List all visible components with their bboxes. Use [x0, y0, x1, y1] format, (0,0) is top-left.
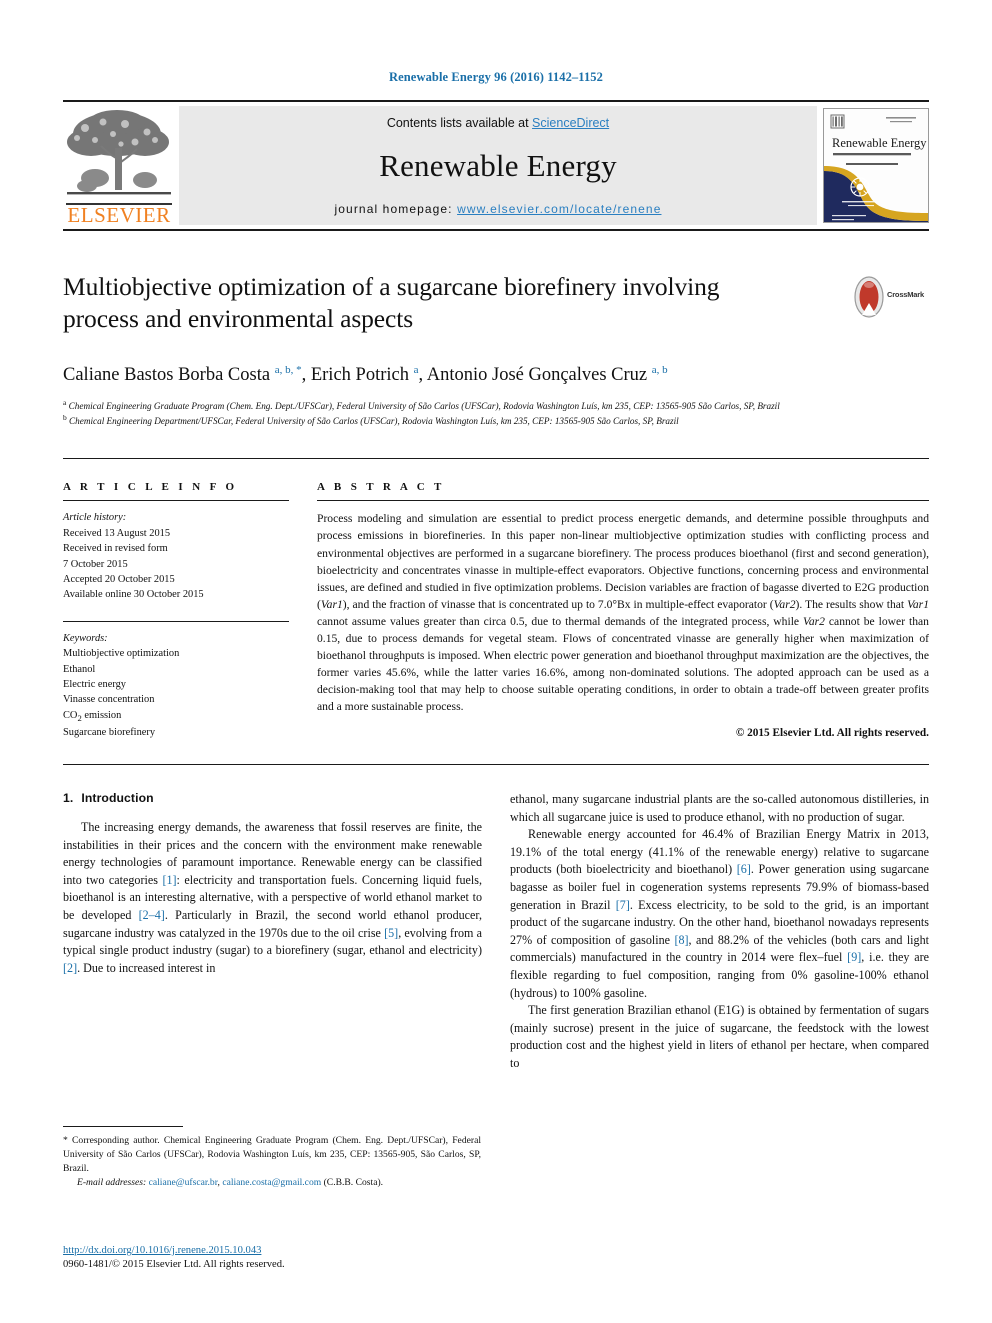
abstract-rule [317, 500, 929, 502]
journal-cover-art: Renewable Energy [824, 109, 928, 222]
masthead-center: Contents lists available at ScienceDirec… [179, 106, 817, 225]
keyword-item: Vinasse concentration [63, 694, 155, 706]
info-abstract-section: A R T I C L E I N F O Article history: R… [63, 458, 929, 740]
abstract-column: A B S T R A C T Process modeling and sim… [317, 481, 929, 740]
sciencedirect-link[interactable]: ScienceDirect [532, 116, 609, 130]
footnote-block: * Corresponding author. Chemical Enginee… [63, 1126, 481, 1190]
contents-available-line: Contents lists available at ScienceDirec… [387, 116, 609, 130]
intro-paragraph-right-3: The first generation Brazilian ethanol (… [510, 1003, 929, 1070]
email-owner: (C.B.B. Costa). [323, 1176, 384, 1188]
section-title: Introduction [81, 791, 154, 806]
history-item: Received 13 August 2015 [63, 527, 171, 539]
homepage-prefix: journal homepage: [334, 202, 458, 216]
doi-link[interactable]: http://dx.doi.org/10.1016/j.renene.2015.… [63, 1245, 493, 1256]
email-addresses-note: E-mail addresses: caliane@ufscar.br, cal… [63, 1176, 481, 1190]
affiliation-a: a Chemical Engineering Graduate Program … [63, 398, 780, 412]
contents-prefix: Contents lists available at [386, 116, 533, 130]
article-history-label: Article history: [63, 512, 127, 524]
elsevier-tree-icon [65, 104, 173, 206]
intro-paragraph-right-1: ethanol, many sugarcane industrial plant… [510, 792, 929, 824]
email-label: E-mail addresses: [77, 1176, 147, 1188]
page-title: Multiobjective optimization of a sugarca… [63, 272, 720, 334]
section-heading-introduction: 1. Introduction [63, 791, 482, 805]
crossmark-label: CrossMark [887, 290, 924, 299]
article-info-rule [63, 500, 289, 502]
running-head: Renewable Energy 96 (2016) 1142–1152 [388, 70, 603, 84]
abstract-paragraph: Process modeling and simulation are esse… [317, 512, 929, 713]
keywords-rule [63, 620, 289, 622]
body-column-right: ethanol, many sugarcane industrial plant… [510, 791, 929, 1073]
keywords-block: Keywords: Multiobjective optimization Et… [63, 631, 289, 740]
journal-homepage-line: journal homepage: www.elsevier.com/locat… [335, 202, 662, 216]
journal-cover-thumbnail[interactable]: Renewable Energy [823, 108, 929, 223]
journal-title: Renewable Energy [379, 148, 617, 183]
paper-page: Renewable Energy 96 (2016) 1142–1152 ELS… [0, 0, 992, 1323]
section-number: 1. [63, 791, 74, 806]
affiliations: a Chemical Engineering Graduate Program … [63, 398, 929, 428]
elsevier-logo: ELSEVIER [63, 102, 175, 229]
history-item: Available online 30 October 2015 [63, 589, 204, 601]
intro-paragraph-right-2: Renewable energy accounted for 46.4% of … [510, 827, 929, 1000]
body-divider [63, 764, 929, 766]
author-list: Caliane Bastos Borba Costa a, b, *, Eric… [63, 364, 668, 386]
svg-text:Renewable Energy: Renewable Energy [832, 136, 927, 150]
journal-masthead: ELSEVIER Contents lists available at Sci… [63, 100, 929, 231]
journal-homepage-link[interactable]: www.elsevier.com/locate/renene [457, 202, 661, 216]
keyword-item: Ethanol [63, 663, 96, 675]
corresponding-author-note: * Corresponding author. Chemical Enginee… [63, 1135, 481, 1174]
history-item: 7 October 2015 [63, 558, 128, 570]
article-info-label: A R T I C L E I N F O [63, 481, 238, 494]
affiliation-b: b Chemical Engineering Department/UFSCar… [63, 413, 679, 427]
keyword-item-co2: CO2 emission [63, 709, 122, 723]
elsevier-wordmark: ELSEVIER [66, 203, 172, 227]
intro-paragraph-left-1: The increasing energy demands, the aware… [63, 820, 483, 975]
footnote-rule [63, 1126, 183, 1127]
keywords-label: Keywords: [63, 632, 108, 644]
history-item: Received in revised form [63, 543, 168, 555]
article-info-column: A R T I C L E I N F O Article history: R… [63, 481, 289, 740]
footer-block: http://dx.doi.org/10.1016/j.renene.2015.… [63, 1245, 493, 1270]
issn-copyright-line: 0960-1481/© 2015 Elsevier Ltd. All right… [63, 1259, 285, 1270]
body-column-left: 1. Introduction The increasing energy dem… [63, 791, 482, 1073]
copyright-line: © 2015 Elsevier Ltd. All rights reserved… [735, 726, 929, 739]
abstract-text: Process modeling and simulation are esse… [317, 510, 929, 714]
title-block: Multiobjective optimization of a sugarca… [63, 271, 929, 341]
crossmark-badge[interactable]: CrossMark [853, 273, 929, 321]
keyword-item: Multiobjective optimization [63, 648, 180, 660]
email-link-2[interactable]: caliane.costa@gmail.com [222, 1177, 321, 1188]
keyword-item: Sugarcane biorefinery [63, 726, 156, 738]
article-history: Article history: Received 13 August 2015… [63, 510, 289, 602]
keyword-item: Electric energy [63, 678, 126, 690]
abstract-label: A B S T R A C T [317, 481, 445, 494]
body-columns: 1. Introduction The increasing energy dem… [63, 791, 929, 1073]
email-link-1[interactable]: caliane@ufscar.br [149, 1177, 218, 1188]
history-item: Accepted 20 October 2015 [63, 574, 175, 586]
